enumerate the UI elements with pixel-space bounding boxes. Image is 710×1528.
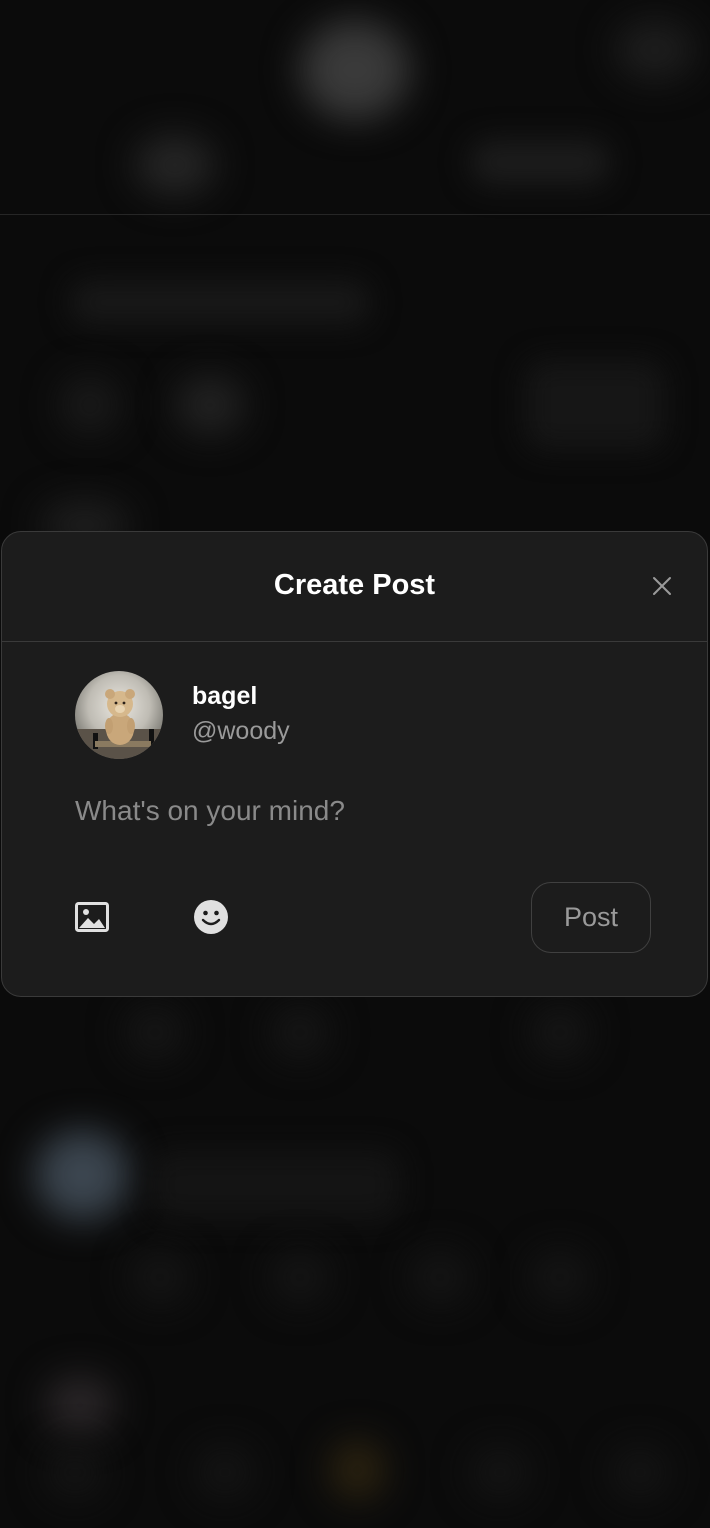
blurred-post-text xyxy=(150,1150,400,1220)
close-icon xyxy=(653,577,671,595)
display-name: bagel xyxy=(192,682,258,710)
blurred-nav-1 xyxy=(45,1445,105,1500)
blurred-icon-2 xyxy=(175,375,245,435)
blurred-action-5 xyxy=(270,1250,330,1305)
user-handle: @woody xyxy=(192,717,290,745)
blurred-nav-3 xyxy=(330,1440,385,1500)
blurred-logo xyxy=(300,20,410,120)
emoji-icon xyxy=(194,900,228,934)
blurred-tab-right xyxy=(470,140,610,185)
teddy-bear-avatar-icon xyxy=(75,689,163,759)
author-names: bagel @woody xyxy=(192,680,290,750)
blurred-action-7 xyxy=(530,1250,590,1305)
blurred-nav-2 xyxy=(195,1445,255,1500)
background-divider xyxy=(0,214,710,215)
author-row: bagel @woody xyxy=(75,671,290,759)
blurred-header-avatar xyxy=(615,20,695,80)
blurred-button xyxy=(525,360,665,450)
modal-title: Create Post xyxy=(273,569,436,601)
blurred-filter-bar xyxy=(70,280,370,325)
add-emoji-button[interactable] xyxy=(192,898,230,936)
blurred-icon-1 xyxy=(60,375,120,435)
modal-header: Create Post xyxy=(2,532,707,642)
blurred-avatar-3 xyxy=(45,1375,115,1435)
blurred-avatar-2 xyxy=(35,1130,130,1220)
blurred-tab-left xyxy=(135,135,215,195)
create-post-modal: Create Post bagel @woody What's on your … xyxy=(1,531,708,997)
blurred-action-6 xyxy=(410,1250,470,1305)
blurred-action-2 xyxy=(270,1005,330,1060)
avatar xyxy=(75,671,163,759)
blurred-action-1 xyxy=(125,1005,185,1060)
add-image-button[interactable] xyxy=(73,898,111,936)
blurred-nav-4 xyxy=(470,1445,530,1500)
post-text-input[interactable] xyxy=(75,795,635,827)
blurred-action-4 xyxy=(130,1250,190,1305)
post-button[interactable]: Post xyxy=(531,882,651,953)
blurred-action-3 xyxy=(530,1005,590,1060)
close-button[interactable] xyxy=(645,569,679,603)
blurred-nav-5 xyxy=(610,1445,670,1500)
image-icon xyxy=(75,902,109,932)
